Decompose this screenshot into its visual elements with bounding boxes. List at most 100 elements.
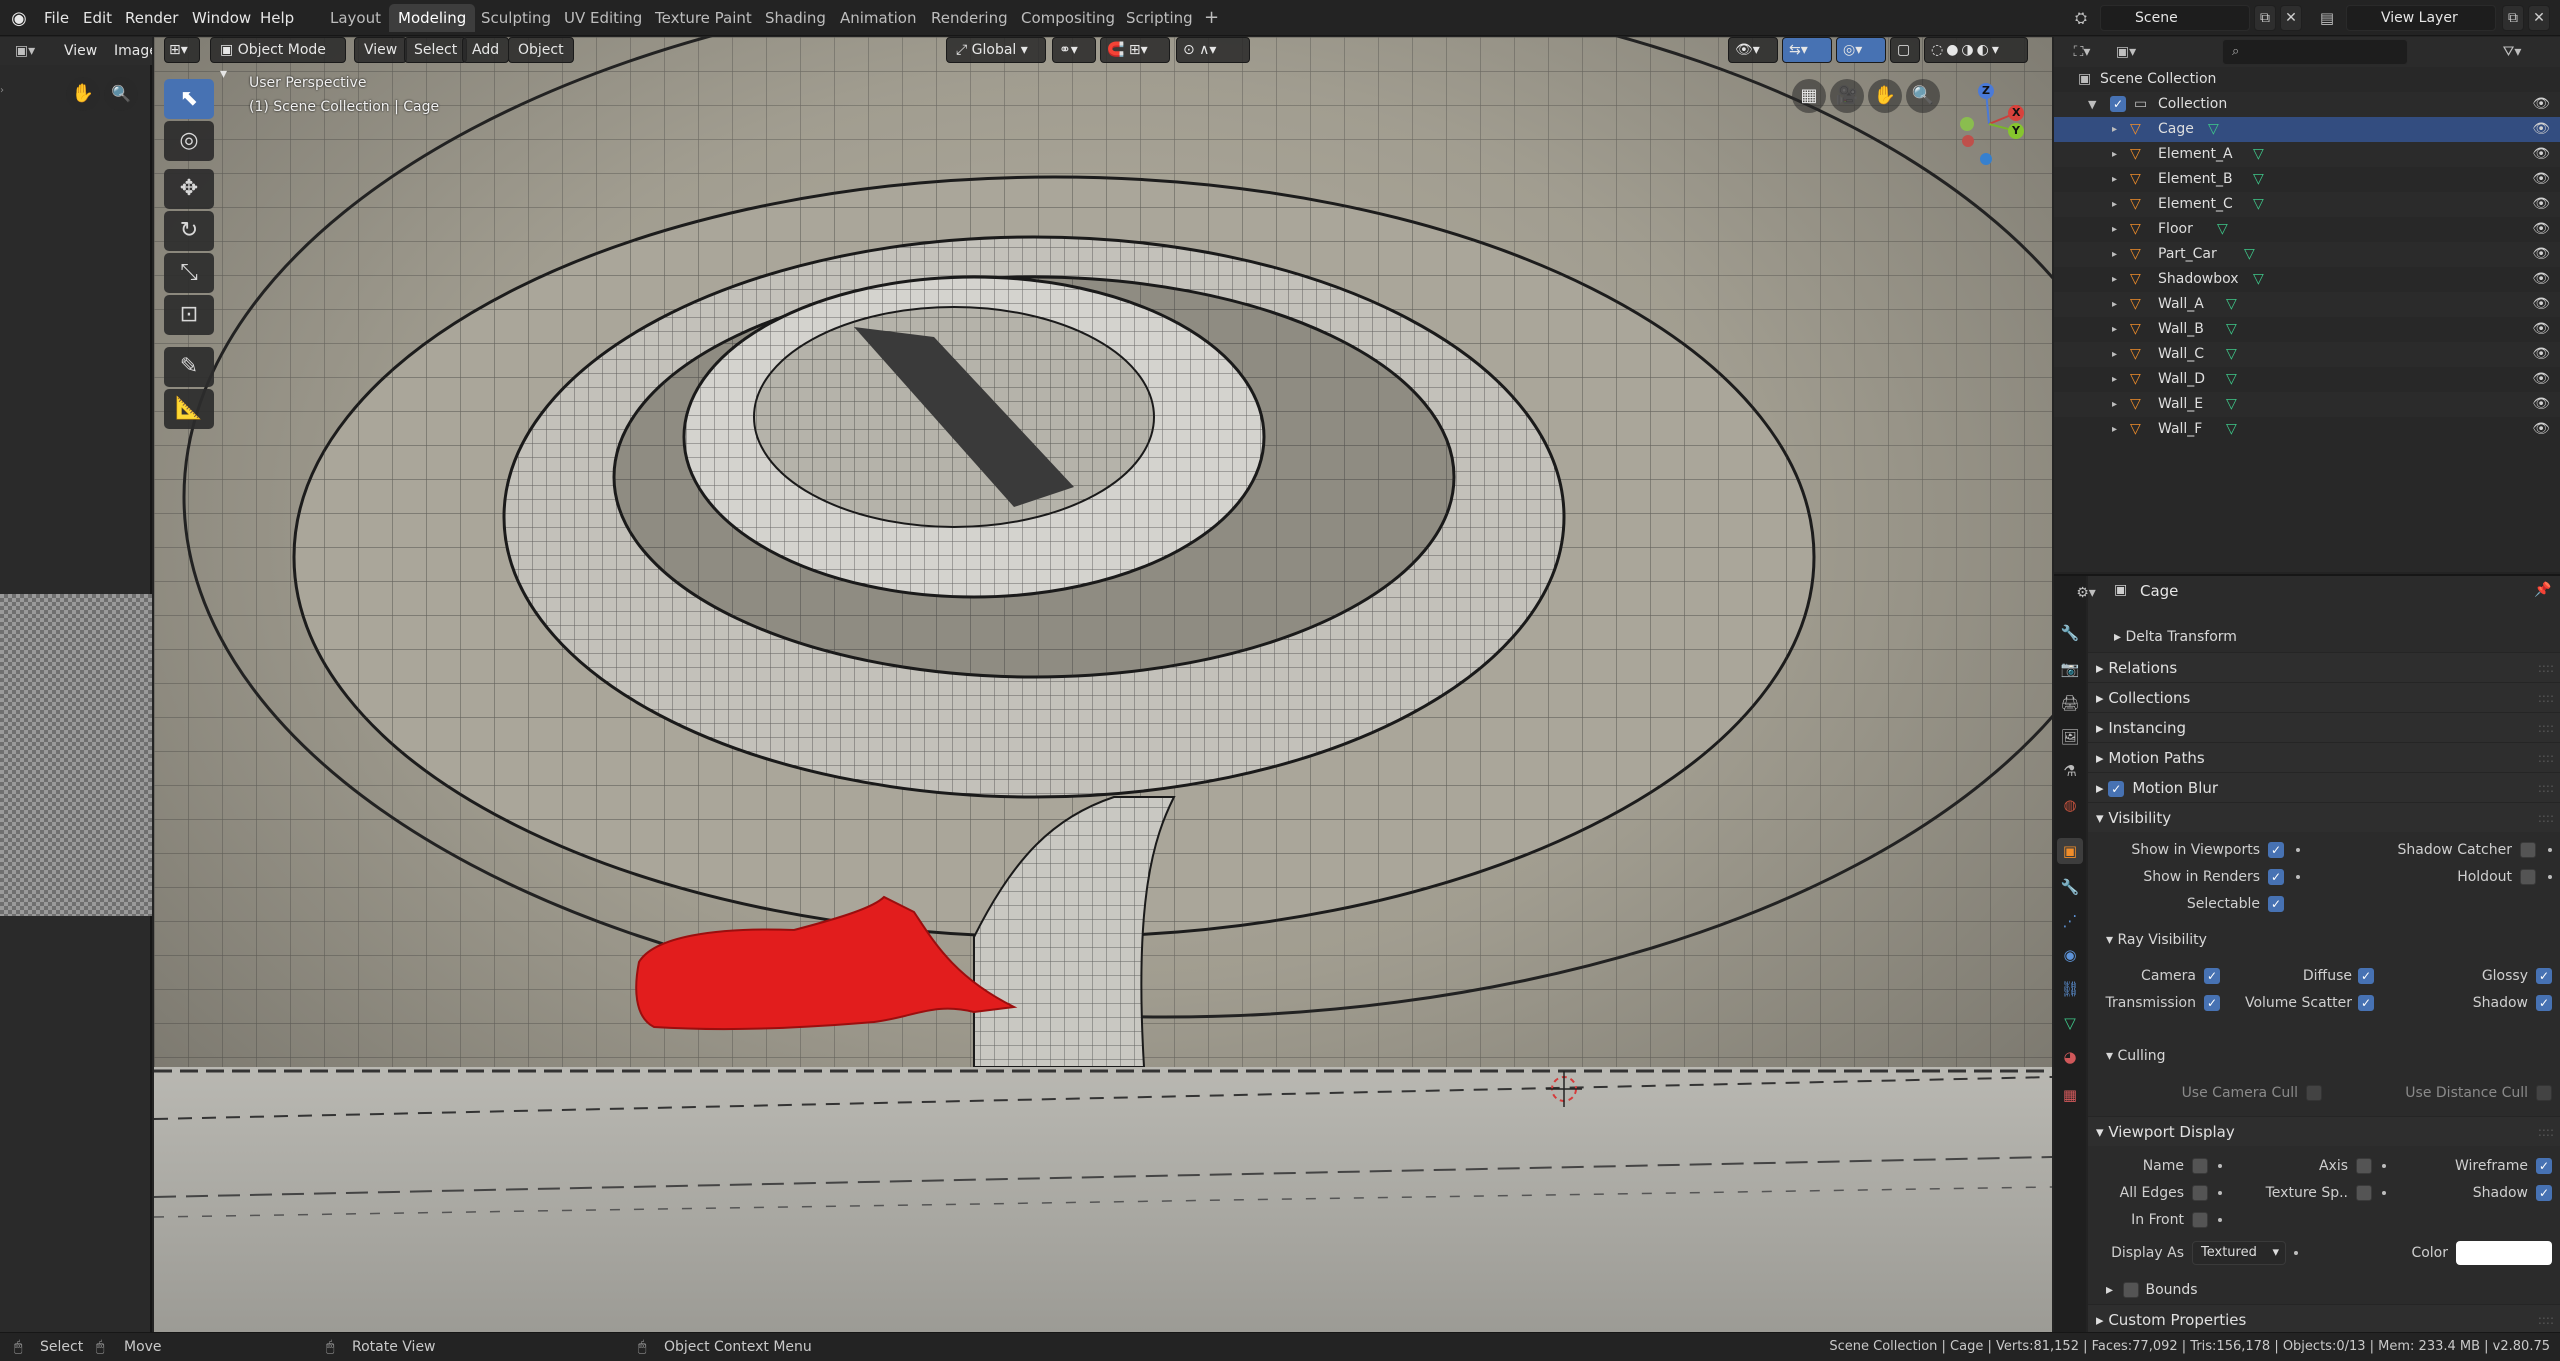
- pan-hand-icon[interactable]: ✋: [1868, 79, 1902, 113]
- collection-checkbox[interactable]: ✓: [2110, 96, 2126, 112]
- keyframe-dot-icon[interactable]: [2382, 1164, 2386, 1168]
- outliner-row-object[interactable]: ▸ ▽ Shadowbox 👁 ▽: [2054, 267, 2560, 292]
- outliner-row-object[interactable]: ▸ ▽ Wall_A 👁 ▽: [2054, 292, 2560, 317]
- outliner-row-object[interactable]: ▸ ▽ Element_C 👁 ▽: [2054, 192, 2560, 217]
- bounds-checkbox[interactable]: [2123, 1282, 2140, 1298]
- culling-subpanel[interactable]: ▾ Culling: [2106, 1042, 2166, 1070]
- shadow-catcher-checkbox[interactable]: [2520, 842, 2536, 858]
- properties-editor[interactable]: 🔧 📷 🖨 🖼 ⚗ ◍ ▣ 🔧 ⋰ ◉ ⛓ ▽ ◕ ▦ ⚙▾ ▣ Cage 📌 …: [2054, 574, 2560, 1334]
- tab-shading[interactable]: Shading: [756, 4, 835, 32]
- constraints-tab-icon[interactable]: ⛓: [2057, 976, 2083, 1002]
- mesh-data-icon[interactable]: ▽: [2208, 117, 2219, 142]
- zoom-magnifier-icon[interactable]: 🔍: [1906, 79, 1940, 113]
- menu-help[interactable]: Help: [260, 0, 294, 36]
- display-mode-icon[interactable]: ▣▾: [2108, 42, 2144, 62]
- measure-tool-icon[interactable]: 📐: [164, 389, 214, 429]
- keyframe-dot-icon[interactable]: [2548, 875, 2552, 879]
- scene-name-field[interactable]: Scene: [2100, 5, 2250, 31]
- outliner-row-collection[interactable]: ▼ ✓ ▭ Collection 👁: [2054, 92, 2560, 117]
- outliner-search-input[interactable]: [2222, 39, 2408, 65]
- tab-animation[interactable]: Animation: [831, 4, 925, 32]
- drag-grip-icon[interactable]: ::::: [2538, 743, 2554, 773]
- hand-pan-icon[interactable]: ✋: [66, 77, 100, 111]
- drag-grip-icon[interactable]: ::::: [2538, 713, 2554, 743]
- world-tab-icon[interactable]: ◍: [2057, 792, 2083, 818]
- selectable-checkbox[interactable]: ✓: [2268, 896, 2284, 912]
- render-tab-icon[interactable]: 📷: [2057, 656, 2083, 682]
- outliner-row-object[interactable]: ▸ ▽ Cage 👁 ▽: [2054, 117, 2560, 142]
- expand-arrow-icon[interactable]: ▸: [2112, 417, 2117, 442]
- visibility-eye-icon[interactable]: 👁: [2532, 142, 2550, 167]
- drag-grip-icon[interactable]: ::::: [2538, 803, 2554, 833]
- outliner-editor-type-icon[interactable]: ⛶▾: [2064, 42, 2100, 62]
- image-image-menu[interactable]: Image: [114, 37, 152, 65]
- bounds-subpanel[interactable]: ▸ Bounds: [2106, 1276, 2198, 1304]
- visibility-eye-icon[interactable]: 👁: [2532, 342, 2550, 367]
- outliner[interactable]: ⛶▾ ▣▾ ⌕ ⛛▾ ▣ Scene Collection ▼ ✓ ▭ Coll…: [2054, 37, 2560, 572]
- camera-checkbox[interactable]: ✓: [2204, 968, 2220, 984]
- blender-logo-icon[interactable]: ◉: [8, 8, 30, 29]
- cursor-tool-icon[interactable]: ◎: [164, 121, 214, 161]
- mesh-data-icon[interactable]: ▽: [2226, 317, 2237, 342]
- tab-texture-paint[interactable]: Texture Paint: [646, 4, 761, 32]
- custom-properties-panel[interactable]: ▸ Custom Properties::::: [2088, 1304, 2560, 1334]
- texture-tab-icon[interactable]: ▦: [2057, 1082, 2083, 1108]
- expand-arrow-icon[interactable]: ▸: [2112, 142, 2117, 167]
- drag-grip-icon[interactable]: ::::: [2538, 1305, 2554, 1335]
- tab-scripting[interactable]: Scripting: [1117, 4, 1202, 32]
- expand-arrow-icon[interactable]: ▸: [2112, 242, 2117, 267]
- collections-panel[interactable]: ▸ Collections::::: [2088, 682, 2560, 712]
- xray-toggle-icon[interactable]: ▢: [1890, 37, 1920, 63]
- visibility-eye-icon[interactable]: 👁: [2532, 242, 2550, 267]
- scale-tool-icon[interactable]: ⤡: [164, 253, 214, 293]
- visibility-eye-icon[interactable]: 👁: [2532, 417, 2550, 442]
- all-edges-checkbox[interactable]: [2192, 1185, 2208, 1201]
- pivot-point-icon[interactable]: ⚭▾: [1052, 37, 1096, 63]
- view-layer-icon[interactable]: ▤: [2316, 6, 2338, 30]
- visibility-eye-icon[interactable]: 👁: [2532, 367, 2550, 392]
- display-wireframe-checkbox[interactable]: ✓: [2536, 1158, 2552, 1174]
- editor-type-icon[interactable]: ▣▾: [10, 40, 40, 62]
- outliner-row-object[interactable]: ▸ ▽ Wall_C 👁 ▽: [2054, 342, 2560, 367]
- select-box-tool-icon[interactable]: ⬉: [164, 79, 214, 119]
- drag-grip-icon[interactable]: ::::: [2538, 683, 2554, 713]
- tab-rendering[interactable]: Rendering: [922, 4, 1017, 32]
- display-axis-checkbox[interactable]: [2356, 1158, 2372, 1174]
- visibility-eye-icon[interactable]: 👁: [2532, 117, 2550, 142]
- menu-edit[interactable]: Edit: [83, 0, 112, 36]
- viewport-object-menu[interactable]: Object: [508, 37, 574, 63]
- object-tab-icon[interactable]: ▣: [2057, 838, 2083, 864]
- gizmo-toggle-icon[interactable]: ⇆▾: [1782, 37, 1832, 63]
- mesh-data-icon[interactable]: ▽: [2226, 292, 2237, 317]
- expand-arrow-icon[interactable]: ▸: [2112, 392, 2117, 417]
- close-scene-icon[interactable]: ✕: [2280, 5, 2302, 31]
- transmission-checkbox[interactable]: ✓: [2204, 995, 2220, 1011]
- display-shadow-checkbox[interactable]: ✓: [2536, 1185, 2552, 1201]
- tab-compositing[interactable]: Compositing: [1012, 4, 1124, 32]
- volume-scatter-checkbox[interactable]: ✓: [2358, 995, 2374, 1011]
- move-tool-icon[interactable]: ✥: [164, 169, 214, 209]
- mesh-data-icon[interactable]: ▽: [2253, 142, 2264, 167]
- expand-arrow-icon[interactable]: ▸: [2112, 292, 2117, 317]
- menu-file[interactable]: File: [44, 0, 69, 36]
- relations-panel[interactable]: ▸ Relations::::: [2088, 652, 2560, 682]
- data-tab-icon[interactable]: ▽: [2057, 1010, 2083, 1036]
- viewport-display-panel[interactable]: ▾ Viewport Display::::: [2088, 1116, 2560, 1146]
- snapping-icon[interactable]: 🧲 ⊞▾: [1100, 37, 1170, 63]
- visibility-eye-icon[interactable]: 👁: [2532, 192, 2550, 217]
- tool-tab-icon[interactable]: 🔧: [2057, 620, 2083, 646]
- outliner-row-scene-collection[interactable]: ▣ Scene Collection: [2054, 67, 2560, 92]
- output-tab-icon[interactable]: 🖨: [2057, 690, 2083, 716]
- viewport-add-menu[interactable]: Add: [462, 37, 510, 63]
- expand-arrow-icon[interactable]: ▸: [2112, 317, 2117, 342]
- scene-icon[interactable]: ⛭: [2070, 6, 2092, 30]
- viewport-select-menu[interactable]: Select: [404, 37, 468, 63]
- expand-arrow-icon[interactable]: ▸: [2112, 342, 2117, 367]
- properties-editor-type-icon[interactable]: ⚙▾: [2066, 582, 2106, 604]
- delta-transform-subpanel[interactable]: ▸ Delta Transform: [2114, 623, 2237, 651]
- expand-arrow-icon[interactable]: ▸: [2112, 117, 2117, 142]
- editor-type-button[interactable]: ⊞▾: [164, 37, 200, 63]
- holdout-checkbox[interactable]: [2520, 869, 2536, 885]
- ray-shadow-checkbox[interactable]: ✓: [2536, 995, 2552, 1011]
- viewport-view-menu[interactable]: View: [354, 37, 408, 63]
